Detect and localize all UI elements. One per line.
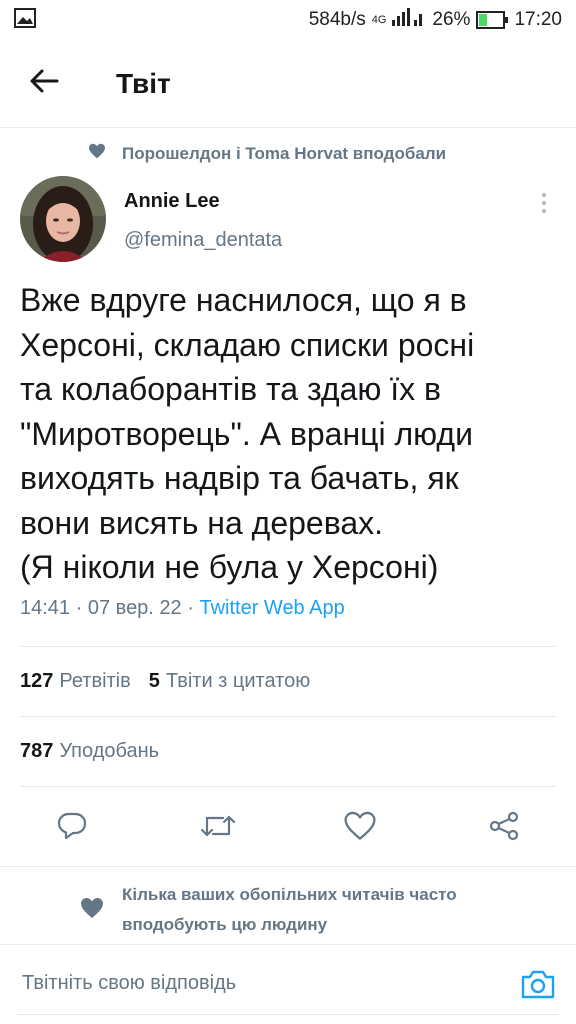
quotes-count: 5: [148, 670, 160, 692]
tweet-text: Вже вдруге наснилося, що я в Херсоні, ск…: [20, 282, 475, 585]
meta-separator: ·: [75, 597, 83, 619]
reply-bar: Твітніть свою відповідь: [0, 944, 576, 1024]
tweet-source-link[interactable]: Twitter Web App: [199, 597, 344, 619]
likes-label: Уподобань: [59, 740, 160, 762]
more-options-button[interactable]: [530, 186, 558, 220]
avatar[interactable]: [20, 176, 106, 262]
meta-separator: ·: [187, 597, 194, 619]
back-button[interactable]: [14, 54, 74, 114]
heart-icon: [88, 143, 106, 164]
recommendation-text: Кілька ваших обопільних читачів часто вп…: [122, 885, 457, 934]
battery-percent: 26%: [432, 9, 471, 30]
reply-button[interactable]: [50, 806, 94, 850]
arrow-left-icon: [29, 68, 59, 99]
heart-outline-icon: [344, 811, 376, 846]
author-name[interactable]: Annie Lee: [124, 190, 220, 213]
network-type: 4G: [371, 14, 387, 26]
header: Твіт: [0, 40, 576, 128]
tweet-actions: [0, 806, 576, 850]
social-context[interactable]: Порошелдон і Toma Horvat вподобали: [88, 143, 446, 164]
like-button[interactable]: [338, 806, 382, 850]
more-dot: [542, 201, 546, 205]
network-speed: 584b/s: [308, 9, 366, 30]
social-context-text: Порошелдон і Toma Horvat вподобали: [122, 143, 447, 163]
divider: [20, 786, 556, 787]
stats-row-likes: 787 Уподобань: [20, 740, 159, 763]
retweet-button[interactable]: [196, 806, 240, 850]
page-title: Твіт: [116, 67, 171, 99]
clock: 17:20: [514, 9, 562, 30]
divider: [20, 646, 556, 647]
retweets-stat[interactable]: 127 Ретвітів: [20, 670, 131, 693]
camera-button[interactable]: [518, 966, 558, 1006]
signal-icon: [392, 8, 426, 32]
tweet-meta: 14:41 · 07 вер. 22 · Twitter Web App: [20, 597, 345, 620]
retweets-label: Ретвітів: [59, 670, 131, 692]
tweet-time: 14:41: [20, 597, 71, 619]
battery-icon: [476, 11, 509, 29]
tweet-date: 07 вер. 22: [87, 597, 182, 619]
section-divider: [0, 866, 576, 867]
recommendation-notice: Кілька ваших обопільних читачів часто вп…: [80, 880, 540, 940]
retweet-icon: [199, 812, 237, 845]
reply-input[interactable]: Твітніть свою відповідь: [22, 972, 236, 995]
share-icon: [488, 811, 520, 846]
likes-count: 787: [20, 740, 54, 762]
reply-bubble-icon: [56, 811, 88, 846]
more-dot: [542, 193, 546, 197]
stats-row-retweets: 127 Ретвітів 5 Твіти з цитатою: [20, 670, 310, 693]
author-handle[interactable]: @femina_dentata: [124, 229, 282, 252]
retweets-count: 127: [20, 670, 54, 692]
more-dot: [542, 209, 546, 213]
quotes-label: Твіти з цитатою: [165, 670, 311, 692]
likes-stat[interactable]: 787 Уподобань: [20, 740, 159, 763]
heart-icon: [80, 897, 104, 924]
reply-underline: [18, 1014, 558, 1015]
status-bar: 584b/s 4G 26% 17:20: [0, 0, 576, 40]
gallery-notification-icon: [14, 7, 36, 33]
quotes-stat[interactable]: 5 Твіти з цитатою: [149, 670, 310, 693]
divider: [20, 716, 556, 717]
camera-icon: [520, 968, 556, 1005]
share-button[interactable]: [482, 806, 526, 850]
